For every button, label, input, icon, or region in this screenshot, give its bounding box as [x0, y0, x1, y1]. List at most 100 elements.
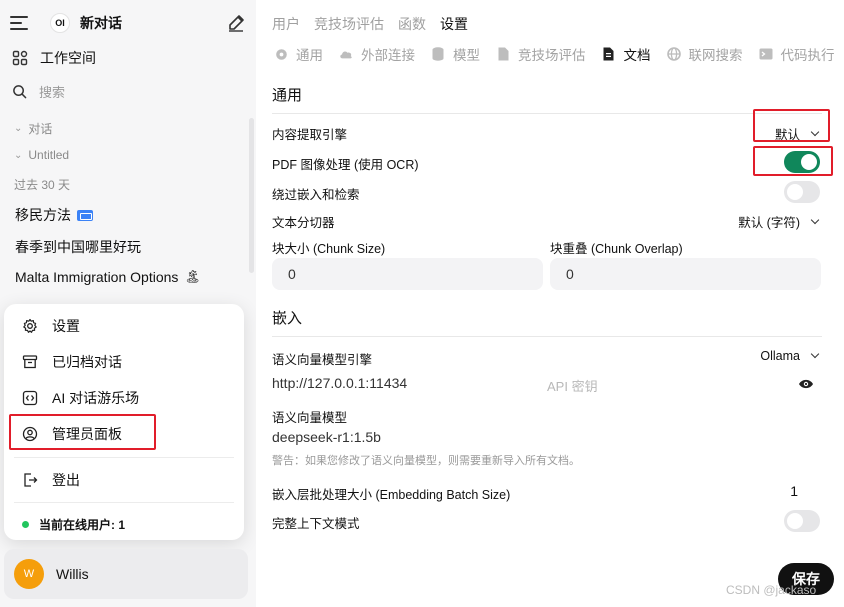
full-context-toggle[interactable]	[784, 510, 820, 532]
user-name: Willis	[56, 566, 89, 582]
menu-playground[interactable]: AI 对话游乐场	[22, 386, 139, 410]
batch-size-input[interactable]: 1	[790, 483, 798, 499]
chevron-down-icon	[810, 349, 820, 359]
sidebar-scrollbar[interactable]	[249, 118, 254, 273]
section-general-title: 通用	[272, 87, 303, 104]
chevron-down-icon: ⌄	[14, 123, 23, 134]
online-dot-icon	[22, 521, 29, 528]
menu-icon[interactable]	[10, 16, 28, 30]
content-engine-select[interactable]: 默认	[774, 124, 820, 143]
menu-archived[interactable]: 已归档对话	[22, 350, 122, 374]
nav-users[interactable]: 用户	[272, 14, 300, 34]
pdf-ocr-label: PDF 图像处理 (使用 OCR)	[272, 158, 419, 172]
embed-engine-select[interactable]: Ollama	[760, 349, 820, 363]
tab-code-exec[interactable]: 代码执行	[759, 44, 835, 64]
ollama-url-input[interactable]: http://127.0.0.1:11434	[272, 375, 407, 391]
search-icon	[13, 84, 27, 98]
online-users-status: 当前在线用户: 1	[22, 516, 125, 533]
splitter-label: 文本分切器	[272, 216, 335, 230]
chat-item[interactable]: 春季到中国哪里好玩	[15, 237, 141, 257]
splitter-value: 默认 (字符)	[738, 216, 800, 230]
splitter-select[interactable]: 默认 (字符)	[738, 212, 820, 231]
chat-item[interactable]: 移民方法	[15, 205, 93, 225]
admin-nav: 用户 竞技场评估 函数 设置	[272, 14, 468, 34]
nav-functions[interactable]: 函数	[398, 14, 426, 34]
group-past-30: 过去 30 天	[14, 178, 71, 192]
tab-connections[interactable]: 外部连接	[339, 44, 415, 64]
menu-logout[interactable]: 登出	[22, 468, 80, 492]
chat-title: 移民方法	[15, 207, 71, 223]
workspace-item[interactable]: 工作空间	[12, 46, 96, 70]
content-engine-value: 默认	[774, 128, 800, 142]
chunk-overlap-label: 块重叠 (Chunk Overlap)	[550, 242, 683, 256]
chunk-size-input[interactable]: 0	[272, 258, 543, 290]
tab-general-label: 通用	[296, 48, 323, 63]
cloud-icon	[339, 47, 353, 61]
menu-divider	[14, 457, 234, 458]
main-panel: 用户 竞技场评估 函数 设置 通用 外部连接 模型 竞技场评估 文档 联网搜索 …	[256, 0, 844, 607]
search-input[interactable]: 搜索	[39, 82, 65, 101]
content-engine-label: 内容提取引擎	[272, 128, 348, 142]
menu-admin-panel[interactable]: 管理员面板	[22, 422, 122, 446]
island-emoji-icon: 🏝	[184, 269, 201, 284]
menu-logout-label: 登出	[52, 472, 80, 488]
tab-connections-label: 外部连接	[361, 48, 415, 63]
avatar: W	[14, 559, 44, 589]
nav-settings[interactable]: 设置	[440, 14, 468, 34]
eye-icon[interactable]	[798, 378, 814, 390]
bypass-label: 绕过嵌入和检索	[272, 188, 360, 202]
chevron-down-icon	[810, 215, 820, 224]
chat-item[interactable]: Malta Immigration Options 🏝	[15, 269, 201, 285]
pdf-ocr-toggle[interactable]	[784, 151, 820, 173]
user-menu-popup: 设置 已归档对话 AI 对话游乐场 管理员面板 登出 当前在线用户: 1	[4, 304, 244, 540]
embed-warning: 警告：如果您修改了语义向量模型，则需要重新导入所有文档。	[272, 455, 580, 467]
tab-general[interactable]: 通用	[274, 44, 323, 64]
database-icon	[431, 47, 445, 61]
section-divider	[272, 336, 822, 337]
full-context-label: 完整上下文模式	[272, 517, 360, 531]
tab-web-search-label: 联网搜索	[688, 48, 743, 63]
tab-arena[interactable]: 竞技场评估	[496, 44, 586, 64]
globe-icon	[666, 47, 681, 61]
tab-documents[interactable]: 文档	[602, 44, 651, 64]
toggle-knob	[787, 184, 803, 200]
tab-models[interactable]: 模型	[431, 44, 480, 64]
gear-icon	[23, 318, 37, 333]
api-key-input[interactable]: API 密钥	[547, 376, 598, 395]
menu-playground-label: AI 对话游乐场	[52, 390, 140, 406]
menu-divider	[14, 502, 234, 503]
sidebar-topbar: OI 新对话	[10, 10, 246, 36]
toggle-knob	[801, 154, 817, 170]
new-chat-label[interactable]: 新对话	[80, 13, 122, 33]
user-profile-button[interactable]: W Willis	[4, 549, 248, 599]
user-circle-icon	[22, 426, 38, 442]
section-embedding-title: 嵌入	[272, 310, 303, 327]
edit-icon[interactable]	[226, 13, 246, 33]
chunk-overlap-input[interactable]: 0	[550, 258, 821, 290]
group-chats-label: 对话	[28, 122, 53, 136]
sidebar: OI 新对话 工作空间 搜索 ⌄ 对话 ⌄ Untitled 过去 30 天 移民方…	[0, 0, 256, 607]
menu-settings[interactable]: 设置	[22, 314, 80, 338]
app-logo: OI	[50, 13, 70, 33]
workspace-label: 工作空间	[40, 50, 96, 66]
batch-size-label: 嵌入层批处理大小 (Embedding Batch Size)	[272, 488, 511, 502]
chevron-down-icon: ⌄	[14, 149, 23, 161]
menu-admin-label: 管理员面板	[52, 426, 122, 442]
group-untitled[interactable]: ⌄ Untitled	[14, 148, 69, 162]
embed-engine-value: Ollama	[760, 349, 800, 363]
bypass-toggle[interactable]	[784, 181, 820, 203]
tab-web-search[interactable]: 联网搜索	[666, 44, 743, 64]
sidebar-search[interactable]: 搜索	[12, 80, 65, 102]
embed-model-input[interactable]: deepseek-r1:1.5b	[272, 429, 381, 445]
group-chats[interactable]: ⌄ 对话	[14, 120, 52, 137]
code-icon	[22, 390, 38, 406]
toggle-knob	[787, 513, 803, 529]
card-emoji-icon	[77, 209, 93, 221]
gear-icon	[274, 47, 288, 61]
terminal-icon	[759, 47, 773, 61]
embed-engine-label: 语义向量模型引擎	[272, 353, 373, 367]
section-divider	[272, 113, 822, 114]
chat-title: Malta Immigration Options	[15, 269, 179, 285]
settings-tabs: 通用 外部连接 模型 竞技场评估 文档 联网搜索 代码执行	[274, 44, 835, 64]
nav-arena[interactable]: 竞技场评估	[314, 14, 384, 34]
